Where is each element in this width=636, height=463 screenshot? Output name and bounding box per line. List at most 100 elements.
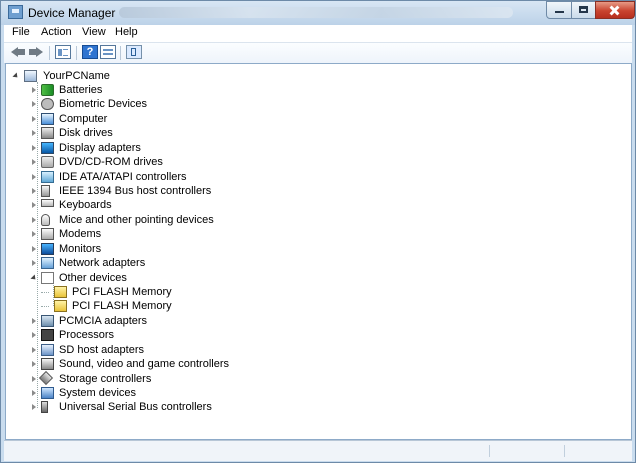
collapsed-icon[interactable] (31, 404, 38, 411)
status-separator (489, 445, 490, 457)
close-button[interactable] (595, 1, 635, 19)
tree-item-label: Network adapters (59, 257, 146, 270)
tree-category-row[interactable]: Universal Serial Bus controllers (31, 400, 212, 414)
tree-category-row[interactable]: Network adapters (31, 256, 211, 270)
blurred-title-text (119, 7, 513, 18)
tree-item-label: Sound, video and game controllers (59, 358, 229, 371)
tree-device-row[interactable]: PCI FLASH Memory (41, 285, 172, 299)
tree-category-row[interactable]: DVD/CD-ROM drives (31, 155, 211, 169)
display-adapter-icon (41, 141, 54, 154)
tree-item-label: Modems (59, 228, 102, 241)
collapsed-icon[interactable] (31, 101, 38, 108)
scan-hardware-icon[interactable] (126, 45, 142, 59)
tree-item-label: DVD/CD-ROM drives (59, 156, 163, 169)
tree-category-row[interactable]: Sound, video and game controllers (31, 357, 229, 371)
unknown-device-icon (41, 271, 54, 284)
tree-item-label: Biometric Devices (59, 98, 148, 111)
tree-category-row[interactable]: Display adapters (31, 141, 211, 155)
collapsed-icon[interactable] (31, 144, 38, 152)
properties-icon[interactable] (55, 45, 71, 59)
toolbar-separator (120, 46, 121, 60)
collapsed-icon[interactable] (31, 216, 38, 224)
menu-help[interactable]: Help (115, 26, 138, 38)
collapsed-icon[interactable] (31, 231, 38, 238)
menu-view[interactable]: View (82, 26, 106, 38)
device-tree[interactable]: YourPCName Batteries Biometric Devices Com… (5, 63, 632, 440)
tree-item-label: Processors (59, 329, 115, 342)
collapsed-icon[interactable] (31, 87, 38, 94)
tree-item-label: System devices (59, 387, 137, 400)
tree-item-label: PCI FLASH Memory (72, 300, 172, 313)
collapsed-icon[interactable] (31, 346, 38, 354)
tree-category-row[interactable]: Storage controllers (31, 370, 211, 386)
collapsed-icon[interactable] (31, 361, 38, 368)
processor-icon (41, 329, 54, 342)
maximize-button[interactable] (571, 1, 596, 19)
tree-category-row[interactable]: Keyboards (31, 198, 211, 212)
collapsed-icon[interactable] (31, 260, 38, 267)
biometric-icon (41, 98, 54, 111)
menu-file[interactable]: File (12, 26, 30, 38)
title-bar[interactable]: Device Manager (1, 1, 635, 25)
collapsed-icon[interactable] (31, 245, 38, 253)
status-separator (564, 445, 565, 457)
tree-category-row[interactable]: Biometric Devices (31, 97, 211, 111)
tree-item-label: Batteries (59, 84, 103, 96)
tree-category-row[interactable]: Other devices (31, 271, 211, 285)
collapsed-icon[interactable] (31, 130, 38, 137)
collapsed-icon[interactable] (31, 115, 38, 123)
forward-arrow-icon[interactable] (28, 45, 44, 59)
collapsed-icon[interactable] (31, 202, 38, 209)
tree-item-label: Storage controllers (59, 372, 152, 385)
tree-category-row[interactable]: Monitors (31, 242, 211, 256)
tree-category-row[interactable]: Disk drives (31, 126, 211, 140)
tree-item-label: PCMCIA adapters (59, 314, 148, 327)
tree-category-row[interactable]: System devices (31, 386, 211, 400)
status-bar (4, 440, 632, 461)
sound-icon (41, 358, 54, 371)
help-icon[interactable]: ? (82, 45, 98, 59)
tree-category-row[interactable]: Modems (31, 227, 211, 241)
collapsed-icon[interactable] (31, 173, 38, 181)
tree-category-row[interactable]: IEEE 1394 Bus host controllers (31, 184, 211, 198)
tree-category-row[interactable]: SD host adapters (31, 343, 211, 357)
expanded-icon[interactable] (31, 275, 38, 282)
mouse-icon (41, 213, 50, 226)
collapsed-icon[interactable] (31, 375, 38, 383)
expanded-icon[interactable] (13, 73, 20, 80)
warning-device-icon (54, 286, 67, 299)
collapsed-icon[interactable] (31, 188, 38, 195)
network-adapter-icon (41, 257, 54, 270)
sd-card-icon (41, 343, 54, 356)
firewire-controller-icon (41, 185, 50, 197)
tree-item-label: IDE ATA/ATAPI controllers (59, 170, 187, 183)
battery-icon (41, 84, 54, 96)
collapsed-icon[interactable] (31, 317, 38, 325)
tree-category-row[interactable]: Computer (31, 112, 211, 126)
tree-category-row[interactable]: Mice and other pointing devices (31, 213, 214, 227)
modem-icon (41, 228, 54, 241)
keyboard-icon (41, 199, 54, 208)
menu-action[interactable]: Action (41, 26, 72, 38)
tree-category-row[interactable]: PCMCIA adapters (31, 314, 211, 328)
tree-device-row[interactable]: PCI FLASH Memory (41, 299, 172, 313)
monitor-icon (41, 242, 54, 255)
back-arrow-icon[interactable] (10, 45, 26, 59)
tree-item-label: Disk drives (59, 127, 113, 140)
toolbar-separator (49, 46, 50, 60)
collapsed-icon[interactable] (31, 332, 38, 339)
tree-item-label: IEEE 1394 Bus host controllers (59, 185, 212, 197)
toolbar-separator (76, 46, 77, 60)
tree-category-row[interactable]: IDE ATA/ATAPI controllers (31, 170, 211, 184)
computer-icon (41, 112, 54, 125)
minimize-button[interactable] (546, 1, 572, 19)
collapsed-icon[interactable] (31, 390, 38, 397)
tree-root[interactable]: YourPCName (13, 69, 153, 83)
tree-category-row[interactable]: Batteries (31, 83, 211, 97)
tree-category-row[interactable]: Processors (31, 328, 211, 342)
computer-icon (24, 70, 37, 82)
view-icon[interactable] (100, 45, 116, 59)
collapsed-icon[interactable] (31, 159, 38, 166)
usb-icon (41, 401, 48, 414)
device-manager-window: Device Manager File Action View Help ? Y… (0, 0, 636, 463)
